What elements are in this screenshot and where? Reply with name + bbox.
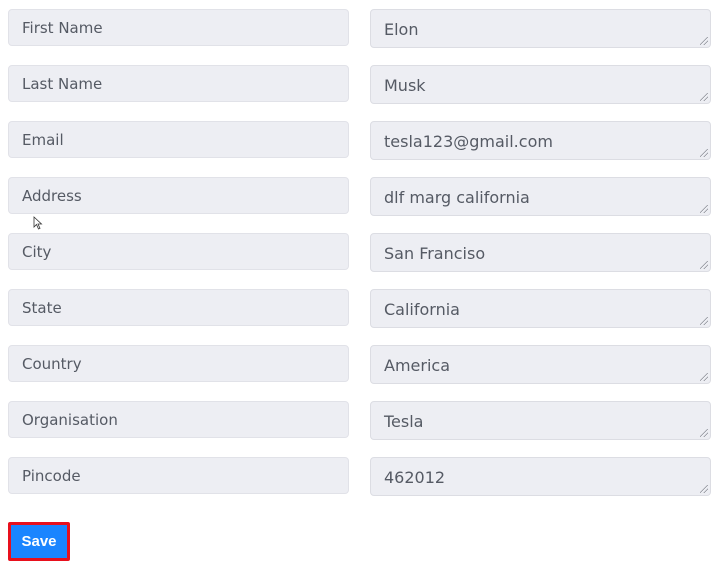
field-row: First Name Elon: [0, 9, 726, 48]
field-value: dlf marg california: [384, 188, 530, 207]
field-value-textarea[interactable]: San Franciso: [370, 233, 711, 272]
field-row: Country America: [0, 345, 726, 384]
field-value: Tesla: [384, 412, 424, 431]
field-value: tesla123@gmail.com: [384, 132, 553, 151]
field-row: City San Franciso: [0, 233, 726, 272]
resize-grip-icon[interactable]: [700, 261, 708, 269]
field-label: Pincode: [22, 467, 81, 485]
mouse-cursor-icon: [33, 216, 43, 230]
field-label-box: Country: [8, 345, 349, 382]
field-value: America: [384, 356, 450, 375]
field-value-textarea[interactable]: dlf marg california: [370, 177, 711, 216]
field-row: Pincode 462012: [0, 457, 726, 496]
field-row: Organisation Tesla: [0, 401, 726, 440]
field-value-textarea[interactable]: California: [370, 289, 711, 328]
field-row: Address dlf marg california: [0, 177, 726, 216]
field-row: Email tesla123@gmail.com: [0, 121, 726, 160]
resize-grip-icon[interactable]: [700, 485, 708, 493]
field-label-box: First Name: [8, 9, 349, 46]
field-label-box: Email: [8, 121, 349, 158]
field-value-textarea[interactable]: Tesla: [370, 401, 711, 440]
field-value: San Franciso: [384, 244, 486, 263]
field-value: 462012: [384, 468, 446, 487]
save-button[interactable]: Save: [8, 522, 70, 561]
field-label: Country: [22, 355, 82, 373]
field-label-box: Address: [8, 177, 349, 214]
field-label: First Name: [22, 19, 103, 37]
field-label: Email: [22, 131, 64, 149]
field-value-textarea[interactable]: Musk: [370, 65, 711, 104]
field-value-textarea[interactable]: Elon: [370, 9, 711, 48]
resize-grip-icon[interactable]: [700, 373, 708, 381]
field-label: City: [22, 243, 52, 261]
field-label-box: State: [8, 289, 349, 326]
resize-grip-icon[interactable]: [700, 205, 708, 213]
field-label: State: [22, 299, 62, 317]
field-value: Musk: [384, 76, 426, 95]
field-label: Organisation: [22, 411, 118, 429]
field-label-box: City: [8, 233, 349, 270]
resize-grip-icon[interactable]: [700, 429, 708, 437]
field-value-textarea[interactable]: tesla123@gmail.com: [370, 121, 711, 160]
field-value: California: [384, 300, 460, 319]
resize-grip-icon[interactable]: [700, 317, 708, 325]
resize-grip-icon[interactable]: [700, 37, 708, 45]
field-value-textarea[interactable]: 462012: [370, 457, 711, 496]
field-label-box: Pincode: [8, 457, 349, 494]
field-label: Address: [22, 187, 82, 205]
field-label-box: Last Name: [8, 65, 349, 102]
resize-grip-icon[interactable]: [700, 149, 708, 157]
field-value-textarea[interactable]: America: [370, 345, 711, 384]
field-row: State California: [0, 289, 726, 328]
resize-grip-icon[interactable]: [700, 93, 708, 101]
field-value: Elon: [384, 20, 419, 39]
field-row: Last Name Musk: [0, 65, 726, 104]
field-label-box: Organisation: [8, 401, 349, 438]
field-label: Last Name: [22, 75, 103, 93]
